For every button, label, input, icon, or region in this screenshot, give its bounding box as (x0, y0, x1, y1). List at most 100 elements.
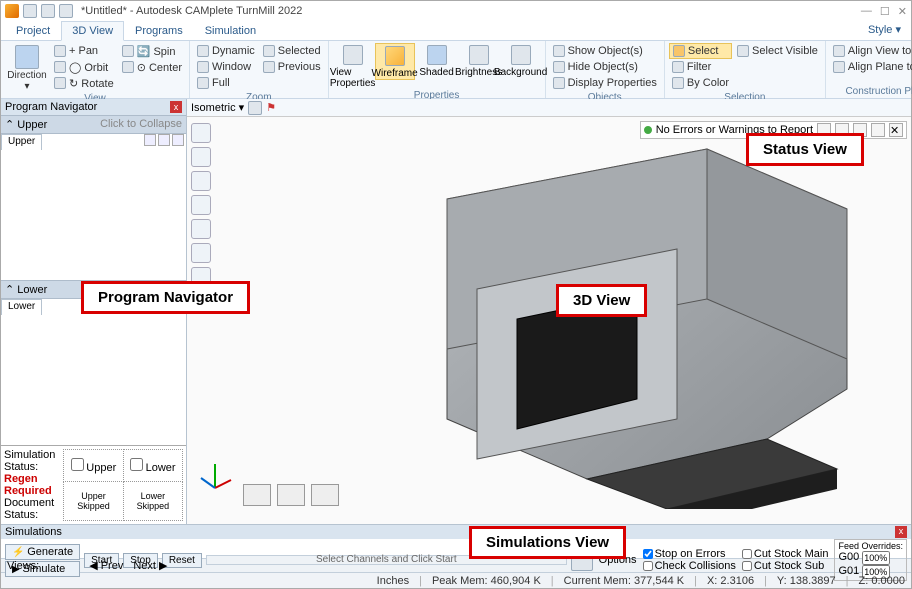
pn-upper-header[interactable]: ⌃ Upper Click to Collapse (1, 115, 186, 134)
chk-upper[interactable] (71, 458, 84, 471)
chk-cut-main[interactable]: Cut Stock Main (742, 548, 829, 560)
hide-objects[interactable]: Hide Object(s) (550, 59, 660, 75)
g00-input[interactable] (862, 551, 890, 565)
camera-3-icon[interactable] (311, 484, 339, 506)
window-title: *Untitled* - Autodesk CAMplete TurnMill … (81, 5, 861, 17)
tab-project[interactable]: Project (5, 21, 61, 40)
zoom-previous[interactable]: Previous (260, 59, 324, 75)
brightness-icon (469, 45, 489, 65)
chk-stop-errors[interactable]: Stop on Errors (643, 548, 736, 560)
zoom-dynamic[interactable]: Dynamic (194, 43, 258, 59)
shaded-button[interactable]: Shaded (417, 43, 457, 78)
close-panel-icon[interactable]: x (170, 101, 182, 113)
display-properties[interactable]: Display Properties (550, 75, 660, 91)
camera-2-icon[interactable] (277, 484, 305, 506)
zoom-window[interactable]: Window (194, 59, 258, 75)
tool-section-icon[interactable] (191, 147, 211, 167)
by-color-icon (672, 77, 684, 89)
lock-icon[interactable] (248, 101, 262, 115)
pan-button[interactable]: + Pan (51, 43, 117, 59)
tool-show-icon[interactable] (191, 219, 211, 239)
spin-button[interactable]: 🔄 Spin (119, 43, 185, 59)
background-icon (511, 45, 531, 65)
pn-tool-icon-2[interactable] (158, 134, 170, 146)
filter-button[interactable]: Filter (669, 59, 732, 75)
ribbon-tabs: Project 3D View Programs Simulation Styl… (1, 21, 911, 41)
generate-button[interactable]: ⚡ Generate (5, 544, 80, 560)
view-properties-button[interactable]: View Properties (333, 43, 373, 89)
quick-access-toolbar[interactable] (23, 4, 73, 18)
group-objects: Show Object(s) Hide Object(s) Display Pr… (546, 41, 665, 98)
status-btn-4[interactable] (871, 123, 885, 137)
chk-collisions[interactable]: Check Collisions (643, 560, 736, 572)
background-button[interactable]: Background (501, 43, 541, 78)
by-color-button[interactable]: By Color (669, 75, 732, 91)
app-icon (5, 4, 19, 18)
pn-tab-upper[interactable]: Upper (1, 134, 42, 150)
callout-simulations-view: Simulations View (469, 526, 626, 559)
group-construction-plane: Align View to Plane Align Plane to View … (826, 41, 912, 98)
select-button[interactable]: Select (669, 43, 732, 59)
status-close-icon[interactable]: ✕ (889, 123, 903, 137)
group-properties: View Properties Wireframe Shaded Brightn… (329, 41, 546, 98)
open-icon[interactable] (41, 4, 55, 18)
direction-icon (15, 45, 39, 69)
close-sim-icon[interactable]: x (895, 526, 907, 538)
view-toolbar: Isometric ▾ ⚑ (187, 99, 911, 117)
prev-view-button[interactable]: ◀ Prev (89, 559, 123, 572)
zoom-selected[interactable]: Selected (260, 43, 324, 59)
new-icon[interactable] (23, 4, 37, 18)
pn-tab-lower[interactable]: Lower (1, 299, 42, 315)
flag-icon[interactable]: ⚑ (266, 101, 276, 114)
title-bar: *Untitled* - Autodesk CAMplete TurnMill … (1, 1, 911, 21)
tab-simulation[interactable]: Simulation (194, 21, 267, 40)
orbit-button[interactable]: ◯ Orbit (51, 59, 117, 75)
show-objects[interactable]: Show Object(s) (550, 43, 660, 59)
reset-button[interactable]: Reset (162, 553, 202, 568)
chk-cut-sub[interactable]: Cut Stock Sub (742, 560, 829, 572)
select-visible-button[interactable]: Select Visible (734, 43, 821, 59)
select-icon (673, 45, 685, 57)
tab-programs[interactable]: Programs (124, 21, 194, 40)
chk-lower[interactable] (130, 458, 143, 471)
group-zoom: Dynamic Window Full Selected Previous Zo… (190, 41, 329, 98)
pn-upper-body (1, 150, 186, 280)
align-view-to-plane[interactable]: Align View to Plane (830, 43, 912, 59)
view-orientation-dropdown[interactable]: Isometric ▾ (191, 101, 244, 114)
tool-measure-icon[interactable] (191, 123, 211, 143)
direction-button[interactable]: Direction▾ (5, 43, 49, 92)
maximize-button[interactable]: ☐ (880, 5, 890, 18)
camera-buttons (243, 484, 339, 506)
simulations-panel: Simulationsx ⚡ Generate ▶ Simulate Start… (1, 524, 911, 558)
save-icon[interactable] (59, 4, 73, 18)
close-button[interactable]: ✕ (898, 5, 907, 18)
wireframe-button[interactable]: Wireframe (375, 43, 415, 80)
pan-icon (54, 45, 66, 57)
axes-triad-icon (197, 458, 233, 494)
zoom-window-icon (197, 61, 209, 73)
tool-solid-icon[interactable] (191, 195, 211, 215)
center-button[interactable]: ⊙ Center (119, 59, 185, 75)
group-view: Direction▾ + Pan ◯ Orbit ↻ Rotate 🔄 Spin… (1, 41, 190, 98)
next-view-button[interactable]: Next ▶ (133, 559, 167, 572)
spin-icon (122, 45, 134, 57)
brightness-button[interactable]: Brightness (459, 43, 499, 78)
rotate-button[interactable]: ↻ Rotate (51, 75, 117, 91)
pn-tool-icon-3[interactable] (172, 134, 184, 146)
align-plane-to-view[interactable]: Align Plane to View (830, 59, 912, 75)
minimize-button[interactable]: — (861, 5, 872, 18)
machine-model[interactable] (347, 139, 867, 509)
camera-1-icon[interactable] (243, 484, 271, 506)
pn-lower-body (1, 315, 186, 445)
style-dropdown[interactable]: Style ▾ (868, 23, 901, 36)
pn-tool-icon-1[interactable] (144, 134, 156, 146)
tool-light-icon[interactable] (191, 243, 211, 263)
regen-required-label: Regen Required (4, 473, 57, 497)
status-ok-icon (644, 126, 652, 134)
show-icon (553, 45, 565, 57)
tab-3d-view[interactable]: 3D View (61, 21, 124, 41)
tool-layers-icon[interactable] (191, 171, 211, 191)
zoom-selected-icon (263, 45, 275, 57)
align-view-icon (833, 45, 845, 57)
zoom-full[interactable]: Full (194, 75, 258, 91)
